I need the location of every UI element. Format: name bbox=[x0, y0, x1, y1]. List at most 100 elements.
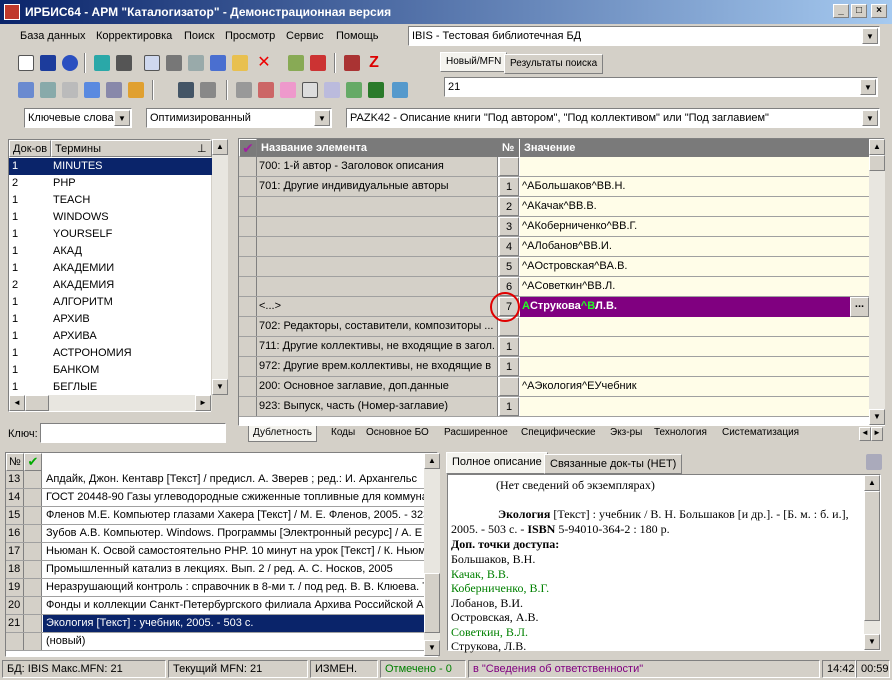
record-row-mark[interactable] bbox=[24, 543, 42, 560]
grid-row-num[interactable]: 1 bbox=[499, 337, 519, 356]
chevron-down-icon[interactable]: ▼ bbox=[860, 79, 876, 95]
word-icon[interactable] bbox=[346, 82, 362, 98]
record-row[interactable]: 17 Ньюман К. Освой самостоятельно PHP. 10… bbox=[6, 543, 426, 561]
grid-row[interactable]: 6 ^AСоветкин^BВ.Л. bbox=[239, 277, 869, 297]
grid-row-handle[interactable] bbox=[239, 317, 257, 336]
tools-icon[interactable] bbox=[344, 55, 360, 71]
tab-specific[interactable]: Специфические bbox=[517, 426, 600, 442]
terms-header-count[interactable]: Док-ов bbox=[9, 140, 51, 157]
tab-main-bo[interactable]: Основное БО bbox=[362, 426, 433, 442]
grid-row-num[interactable]: 1 bbox=[499, 177, 519, 196]
mfn-select[interactable]: 21 ▼ bbox=[444, 77, 878, 97]
grid-row-num[interactable]: 5 bbox=[499, 257, 519, 276]
grid-row-handle[interactable] bbox=[239, 297, 257, 316]
grid-row-value[interactable]: ^AКачак^BВ.В. bbox=[520, 197, 869, 216]
grid-header-name[interactable]: Название элемента bbox=[257, 139, 499, 157]
record-row-mark[interactable] bbox=[24, 561, 42, 578]
terms-row[interactable]: 1 АКАДЕМИИ bbox=[9, 260, 212, 277]
grid-row-value[interactable]: ^AБольшаков^BВ.Н. bbox=[520, 177, 869, 196]
record-row[interactable]: 16 Зубов А.В. Компьютер. Windows. Програм… bbox=[6, 525, 426, 543]
key-input[interactable] bbox=[40, 423, 226, 443]
grid-vscrollbar[interactable]: ▲ ▼ bbox=[869, 139, 885, 425]
grid-row-handle[interactable] bbox=[239, 197, 257, 216]
new-document-icon[interactable] bbox=[18, 55, 34, 71]
grid-row-num[interactable]: 1 bbox=[499, 397, 519, 416]
tree-icon[interactable] bbox=[106, 82, 122, 98]
close-button[interactable]: × bbox=[871, 4, 887, 18]
grid-row-num[interactable]: 1 bbox=[499, 357, 519, 376]
printer-icon[interactable] bbox=[236, 82, 252, 98]
scroll-down-icon[interactable]: ▼ bbox=[864, 634, 880, 650]
grid-row-handle[interactable] bbox=[239, 357, 257, 376]
scroll-up-icon[interactable]: ▲ bbox=[869, 139, 885, 155]
records-header-no[interactable]: № bbox=[6, 453, 24, 471]
record-row-mark[interactable] bbox=[24, 579, 42, 596]
tab-codes[interactable]: Коды bbox=[327, 426, 360, 442]
terms-row[interactable]: 1 АКАД bbox=[9, 243, 212, 260]
menu-help[interactable]: Помощь bbox=[336, 30, 379, 42]
grid-row-value[interactable]: ^AОстровская^BА.В. bbox=[520, 257, 869, 276]
import-icon[interactable] bbox=[310, 55, 326, 71]
terms-row[interactable]: 1 WINDOWS bbox=[9, 209, 212, 226]
grid-row[interactable]: 702: Редакторы, составители, композиторы… bbox=[239, 317, 869, 337]
terms-vscrollbar[interactable]: ▲ ▼ bbox=[212, 139, 228, 395]
grid-row-value[interactable] bbox=[520, 397, 869, 416]
terms-row[interactable]: 1 TEACH bbox=[9, 192, 212, 209]
folder-icon[interactable] bbox=[200, 82, 216, 98]
record-row[interactable]: 18 Промышленный катализ в лекциях. Вып. 2… bbox=[6, 561, 426, 579]
record-row[interactable]: 13 Апдайк, Джон. Кентавр [Текст] / предис… bbox=[6, 471, 426, 489]
grid-row-num[interactable] bbox=[499, 157, 519, 176]
grid-icon[interactable] bbox=[166, 55, 182, 71]
scroll-thumb[interactable] bbox=[864, 491, 880, 621]
record-row[interactable]: 14 ГОСТ 20448-90 Газы углеводородные сжиж… bbox=[6, 489, 426, 507]
grid-row[interactable]: 200: Основное заглавие, доп.данные ^AЭкол… bbox=[239, 377, 869, 397]
tab-systematization[interactable]: Систематизация bbox=[718, 426, 804, 442]
record-row-mark[interactable] bbox=[24, 489, 42, 506]
delete-icon[interactable]: ✕ bbox=[256, 55, 272, 71]
terms-row[interactable]: 1 АРХИВА bbox=[9, 328, 212, 345]
field-edit-input[interactable]: AСтрукова^BЛ.В. bbox=[520, 297, 850, 317]
record-row[interactable]: (новый) bbox=[6, 633, 426, 651]
menu-service[interactable]: Сервис bbox=[286, 30, 324, 42]
z3950-icon[interactable]: Z bbox=[366, 55, 382, 71]
record-row[interactable]: 15 Фленов М.Е. Компьютер глазами Хакера [… bbox=[6, 507, 426, 525]
scroll-up-icon[interactable]: ▲ bbox=[424, 453, 440, 469]
record-row[interactable]: 19 Неразрушающий контроль : справочник в … bbox=[6, 579, 426, 597]
tab-copies[interactable]: Экз-ры bbox=[606, 426, 647, 442]
scroll-up-icon[interactable]: ▲ bbox=[212, 139, 228, 155]
print-icon[interactable] bbox=[866, 454, 882, 470]
grid-row-handle[interactable] bbox=[239, 237, 257, 256]
mail-icon[interactable] bbox=[62, 82, 78, 98]
scroll-thumb[interactable] bbox=[869, 155, 885, 171]
terms-row[interactable]: 1 АРХИВ bbox=[9, 311, 212, 328]
grid-row-num[interactable]: 2 bbox=[499, 197, 519, 216]
grid-row-handle[interactable] bbox=[239, 157, 257, 176]
terms-hscrollbar[interactable]: ◄ ► bbox=[9, 395, 212, 411]
chevron-down-icon[interactable]: ▼ bbox=[862, 28, 878, 44]
grid-row-value[interactable] bbox=[520, 317, 869, 336]
check-icon[interactable]: ✔ bbox=[24, 453, 42, 471]
grid-row-handle[interactable] bbox=[239, 177, 257, 196]
record-row[interactable]: 20 Фонды и коллекции Санкт-Петербургского… bbox=[6, 597, 426, 615]
tab-scroll-right-icon[interactable]: ► bbox=[871, 427, 883, 441]
forms-icon[interactable] bbox=[280, 82, 296, 98]
find-icon[interactable] bbox=[40, 82, 56, 98]
menu-search[interactable]: Поиск bbox=[184, 30, 214, 42]
worksheet-select[interactable]: PAZK42 - Описание книги "Под автором", "… bbox=[346, 108, 880, 128]
search-mode-select[interactable]: Ключевые слова ▼ bbox=[24, 108, 132, 128]
chevron-down-icon[interactable]: ▼ bbox=[114, 110, 130, 126]
report-icon[interactable] bbox=[258, 82, 274, 98]
tab-full-description[interactable]: Полное описание bbox=[446, 452, 548, 474]
scroll-down-icon[interactable]: ▼ bbox=[212, 379, 228, 395]
record-row-mark[interactable] bbox=[24, 615, 42, 632]
grid-row-value[interactable] bbox=[520, 357, 869, 376]
grid-row[interactable]: 972: Другие врем.коллективы, не входящие… bbox=[239, 357, 869, 377]
scroll-up-icon[interactable]: ▲ bbox=[864, 475, 880, 491]
grid-row-handle[interactable] bbox=[239, 337, 257, 356]
grid-row[interactable]: 5 ^AОстровская^BА.В. bbox=[239, 257, 869, 277]
excel-icon[interactable] bbox=[368, 82, 384, 98]
view-icon[interactable] bbox=[178, 82, 194, 98]
record-row-mark[interactable] bbox=[24, 597, 42, 614]
terms-row[interactable]: 2 PHP bbox=[9, 175, 212, 192]
record-row[interactable]: 21 Экология [Текст] : учебник, 2005. - 50… bbox=[6, 615, 426, 633]
